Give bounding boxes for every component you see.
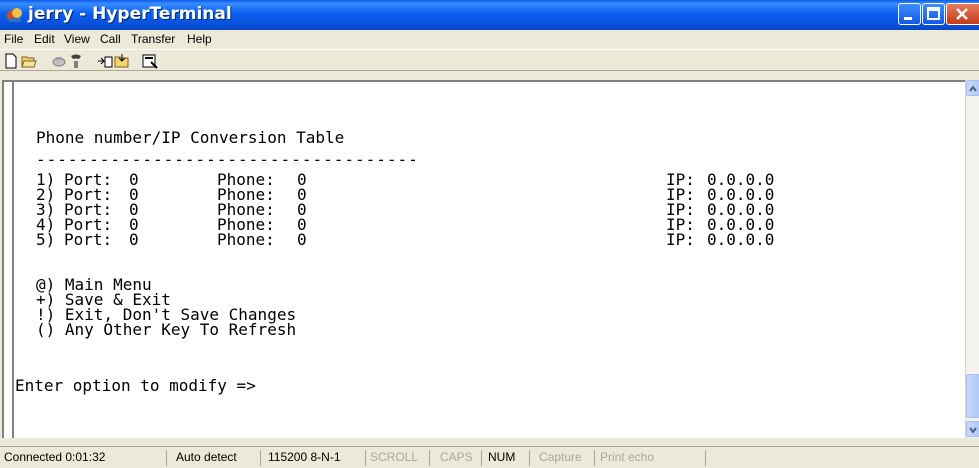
menu-transfer[interactable]: Transfer bbox=[131, 32, 175, 46]
status-settings: 115200 8-N-1 bbox=[264, 450, 366, 466]
chevron-down-icon bbox=[969, 427, 977, 434]
menu-call[interactable]: Call bbox=[100, 32, 121, 46]
window-title: jerry - HyperTerminal bbox=[28, 4, 232, 24]
phone-value: 0 bbox=[297, 230, 307, 249]
minimize-icon bbox=[904, 17, 912, 20]
title-bar[interactable]: jerry - HyperTerminal bbox=[0, 0, 979, 30]
receive-file-icon[interactable] bbox=[114, 53, 130, 69]
menu-bar: File Edit View Call Transfer Help bbox=[0, 30, 979, 48]
maximize-button[interactable] bbox=[922, 3, 945, 25]
close-button[interactable] bbox=[946, 3, 979, 25]
menu-help[interactable]: Help bbox=[187, 32, 212, 46]
terminal-frame: Phone number/IP Conversion Table -------… bbox=[2, 80, 979, 438]
maximize-icon bbox=[927, 7, 940, 20]
ip-value: 0.0.0.0 bbox=[707, 230, 775, 249]
chevron-up-icon bbox=[969, 85, 977, 92]
send-file-icon[interactable] bbox=[97, 53, 113, 69]
terminal-screen[interactable]: Phone number/IP Conversion Table -------… bbox=[12, 82, 967, 438]
disconnect-phone-icon[interactable] bbox=[68, 53, 84, 69]
port-value: 0 bbox=[129, 230, 139, 249]
minimize-button[interactable] bbox=[898, 3, 921, 25]
toolbar bbox=[0, 49, 979, 71]
new-document-icon[interactable] bbox=[3, 53, 19, 69]
status-bar: Connected 0:01:32 Auto detect 115200 8-N… bbox=[0, 446, 979, 468]
properties-icon[interactable] bbox=[142, 53, 158, 69]
hyperterminal-app-icon[interactable] bbox=[6, 6, 24, 24]
port-label: Port: bbox=[64, 230, 113, 249]
status-scroll: SCROLL bbox=[366, 450, 430, 466]
menu-file[interactable]: File bbox=[4, 32, 23, 46]
table-heading: Phone number/IP Conversion Table bbox=[36, 128, 345, 147]
separator-line: ------------------------------------ bbox=[36, 150, 419, 169]
status-print-echo: Print echo bbox=[596, 450, 706, 466]
input-prompt: Enter option to modify => bbox=[15, 376, 256, 395]
phone-label: Phone: bbox=[217, 230, 275, 249]
status-connected: Connected 0:01:32 bbox=[0, 450, 167, 466]
close-icon bbox=[956, 8, 968, 20]
option-refresh: () Any Other Key To Refresh bbox=[36, 320, 297, 339]
menu-view[interactable]: View bbox=[64, 32, 90, 46]
ip-label: IP: bbox=[666, 230, 695, 249]
connect-phone-icon[interactable] bbox=[51, 53, 67, 69]
menu-edit[interactable]: Edit bbox=[34, 32, 55, 46]
hyperterminal-window: jerry - HyperTerminal File Edit View Cal… bbox=[0, 0, 979, 468]
row-index: 5) bbox=[36, 230, 56, 249]
vertical-scrollbar[interactable] bbox=[965, 80, 979, 438]
scrollbar-thumb[interactable] bbox=[966, 374, 979, 418]
open-folder-icon[interactable] bbox=[21, 53, 37, 69]
status-capture: Capture bbox=[535, 450, 595, 466]
status-num: NUM bbox=[484, 450, 530, 466]
scroll-up-button[interactable] bbox=[966, 80, 979, 96]
scroll-down-button[interactable] bbox=[966, 421, 979, 437]
status-detect: Auto detect bbox=[172, 450, 261, 466]
status-caps: CAPS bbox=[436, 450, 482, 466]
